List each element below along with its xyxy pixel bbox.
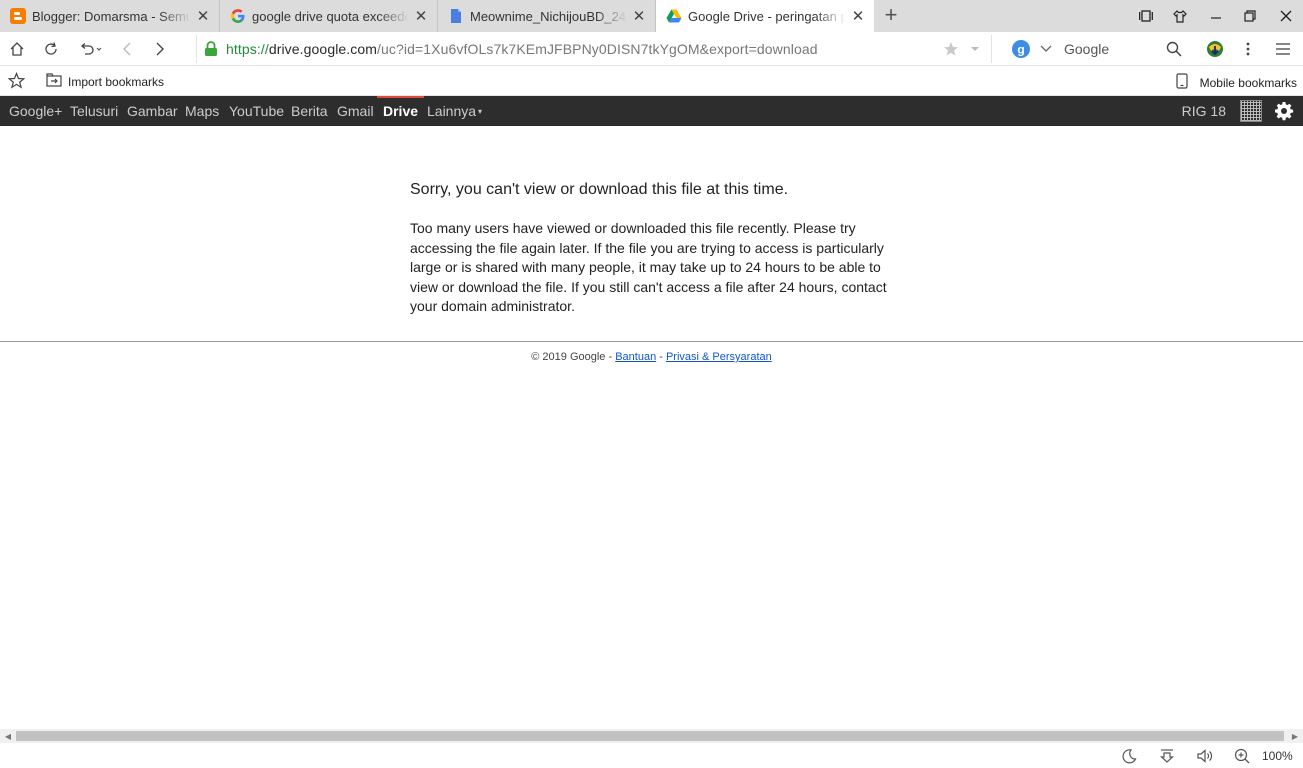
error-body: Too many users have viewed or downloaded… (410, 220, 887, 315)
gbar-item-drive[interactable]: Drive (377, 96, 425, 126)
document-icon (448, 8, 464, 24)
horizontal-scrollbar[interactable]: ◀ ▶ (0, 729, 1303, 743)
profile-avatar-icon[interactable] (1240, 100, 1262, 122)
settings-gear-icon[interactable] (1274, 101, 1294, 121)
tab-blogger[interactable]: Blogger: Domarsma - Semua p ✕ (0, 0, 220, 32)
mobile-phone-icon (1176, 73, 1188, 92)
new-tab-button[interactable]: + (879, 4, 903, 28)
mobile-bookmarks-label: Mobile bookmarks (1199, 75, 1297, 90)
menu-icon[interactable] (1273, 39, 1293, 59)
tab-close-button[interactable]: ✕ (413, 7, 429, 25)
privacy-terms-link[interactable]: Privasi & Persyaratan (666, 351, 772, 363)
night-mode-icon[interactable] (1120, 747, 1138, 765)
caret-down-icon: ▾ (478, 107, 483, 117)
scroll-left-icon[interactable]: ◀ (1, 729, 15, 743)
address-bar[interactable]: https://drive.google.com/uc?id=1Xu6vfOLs… (196, 35, 992, 63)
url-host: drive.google.com (268, 41, 378, 57)
minimize-icon[interactable] (1205, 6, 1227, 26)
gbar-item-telusuri[interactable]: Telusuri (70, 96, 118, 126)
back-icon[interactable] (117, 39, 137, 59)
gbar-more-label: Lainnya (427, 103, 477, 119)
tab-close-button[interactable]: ✕ (195, 7, 211, 25)
url-scheme: https:// (226, 41, 269, 57)
svg-text:g: g (1017, 43, 1024, 57)
google-bar: Google+ Telusuri Gambar Maps YouTube Ber… (0, 96, 1303, 126)
home-icon[interactable] (7, 39, 27, 59)
address-dropdown-icon[interactable] (969, 41, 981, 62)
help-link[interactable]: Bantuan (615, 351, 656, 363)
error-heading: Sorry, you can't view or download this f… (410, 181, 789, 198)
url-text[interactable]: https://drive.google.com/uc?id=1Xu6vfOLs… (226, 41, 818, 57)
tab-strip: Blogger: Domarsma - Semua p ✕ google dri… (0, 0, 1303, 32)
lock-icon (204, 41, 218, 62)
tab-close-button[interactable]: ✕ (850, 7, 866, 25)
tab-title: google drive quota exceeded - (252, 8, 409, 24)
error-message: Sorry, you can't view or download this f… (410, 180, 900, 317)
chevron-down-icon[interactable] (1040, 41, 1052, 62)
close-window-icon[interactable] (1275, 6, 1297, 26)
gbar-item-youtube[interactable]: YouTube (229, 96, 284, 126)
mobile-bookmarks-link[interactable]: Mobile bookmarks (1176, 73, 1297, 92)
skin-shirt-icon[interactable] (1169, 6, 1191, 26)
search-icon[interactable] (1166, 41, 1182, 62)
tab-title: Google Drive - peringatan pen (688, 8, 846, 24)
tab-google-search[interactable]: google drive quota exceeded - ✕ (220, 0, 438, 32)
undo-close-tab-icon[interactable] (76, 39, 106, 59)
restore-icon[interactable] (1239, 6, 1261, 26)
import-bookmarks-label: Import bookmarks (68, 74, 165, 89)
gbar-item-berita[interactable]: Berita (291, 96, 328, 126)
download-icon[interactable] (1158, 747, 1176, 765)
gbar-item-maps[interactable]: Maps (185, 96, 219, 126)
import-icon (46, 73, 62, 90)
tab-list-icon[interactable] (1135, 6, 1157, 26)
volume-icon[interactable] (1196, 747, 1214, 765)
search-box[interactable]: g Google (1008, 35, 1194, 63)
search-engine-icon[interactable]: g (1012, 40, 1030, 63)
footer-copyright: © 2019 Google - (531, 351, 616, 363)
reload-icon[interactable] (41, 39, 61, 59)
footer-separator: - (656, 351, 666, 363)
gbar-item-gmail[interactable]: Gmail (337, 96, 374, 126)
bookmark-star-icon[interactable] (943, 41, 959, 62)
gbar-user-name[interactable]: RIG 18 (1182, 96, 1226, 126)
tab-title: Blogger: Domarsma - Semua p (32, 8, 191, 24)
footer: © 2019 Google - Bantuan - Privasi & Pers… (0, 351, 1303, 363)
status-bar: 100% (0, 743, 1303, 768)
blogger-icon (10, 8, 26, 24)
google-g-icon (230, 8, 246, 24)
navigation-bar: https://drive.google.com/uc?id=1Xu6vfOLs… (0, 32, 1303, 66)
scrollbar-thumb[interactable] (16, 731, 1284, 741)
forward-icon[interactable] (150, 39, 170, 59)
footer-divider (0, 341, 1303, 342)
url-path: /uc?id=1Xu6vfOLs7k7KEmJFBPNy0DISN7tkYgOM… (377, 41, 818, 57)
google-drive-icon (666, 8, 682, 24)
gbar-item-gambar[interactable]: Gambar (127, 96, 178, 126)
zoom-level[interactable]: 100% (1262, 749, 1293, 763)
download-manager-icon[interactable] (1205, 39, 1225, 59)
gbar-item-google-plus[interactable]: Google+ (9, 96, 62, 126)
tab-title: Meownime_NichijouBD_240p. (470, 8, 627, 24)
more-options-icon[interactable] (1238, 39, 1258, 59)
tab-google-drive[interactable]: Google Drive - peringatan pen ✕ (656, 0, 874, 32)
bookmarks-bar: Import bookmarks Mobile bookmarks (0, 66, 1303, 96)
zoom-in-icon[interactable] (1233, 747, 1251, 765)
import-bookmarks-link[interactable]: Import bookmarks (46, 73, 164, 90)
tab-document[interactable]: Meownime_NichijouBD_240p. ✕ (438, 0, 656, 32)
gbar-item-more[interactable]: Lainnya ▾ (427, 96, 482, 126)
scroll-right-icon[interactable]: ▶ (1288, 729, 1302, 743)
tab-close-button[interactable]: ✕ (631, 7, 647, 25)
bookmarks-star-icon[interactable] (7, 71, 26, 92)
search-engine-label: Google (1064, 41, 1110, 57)
